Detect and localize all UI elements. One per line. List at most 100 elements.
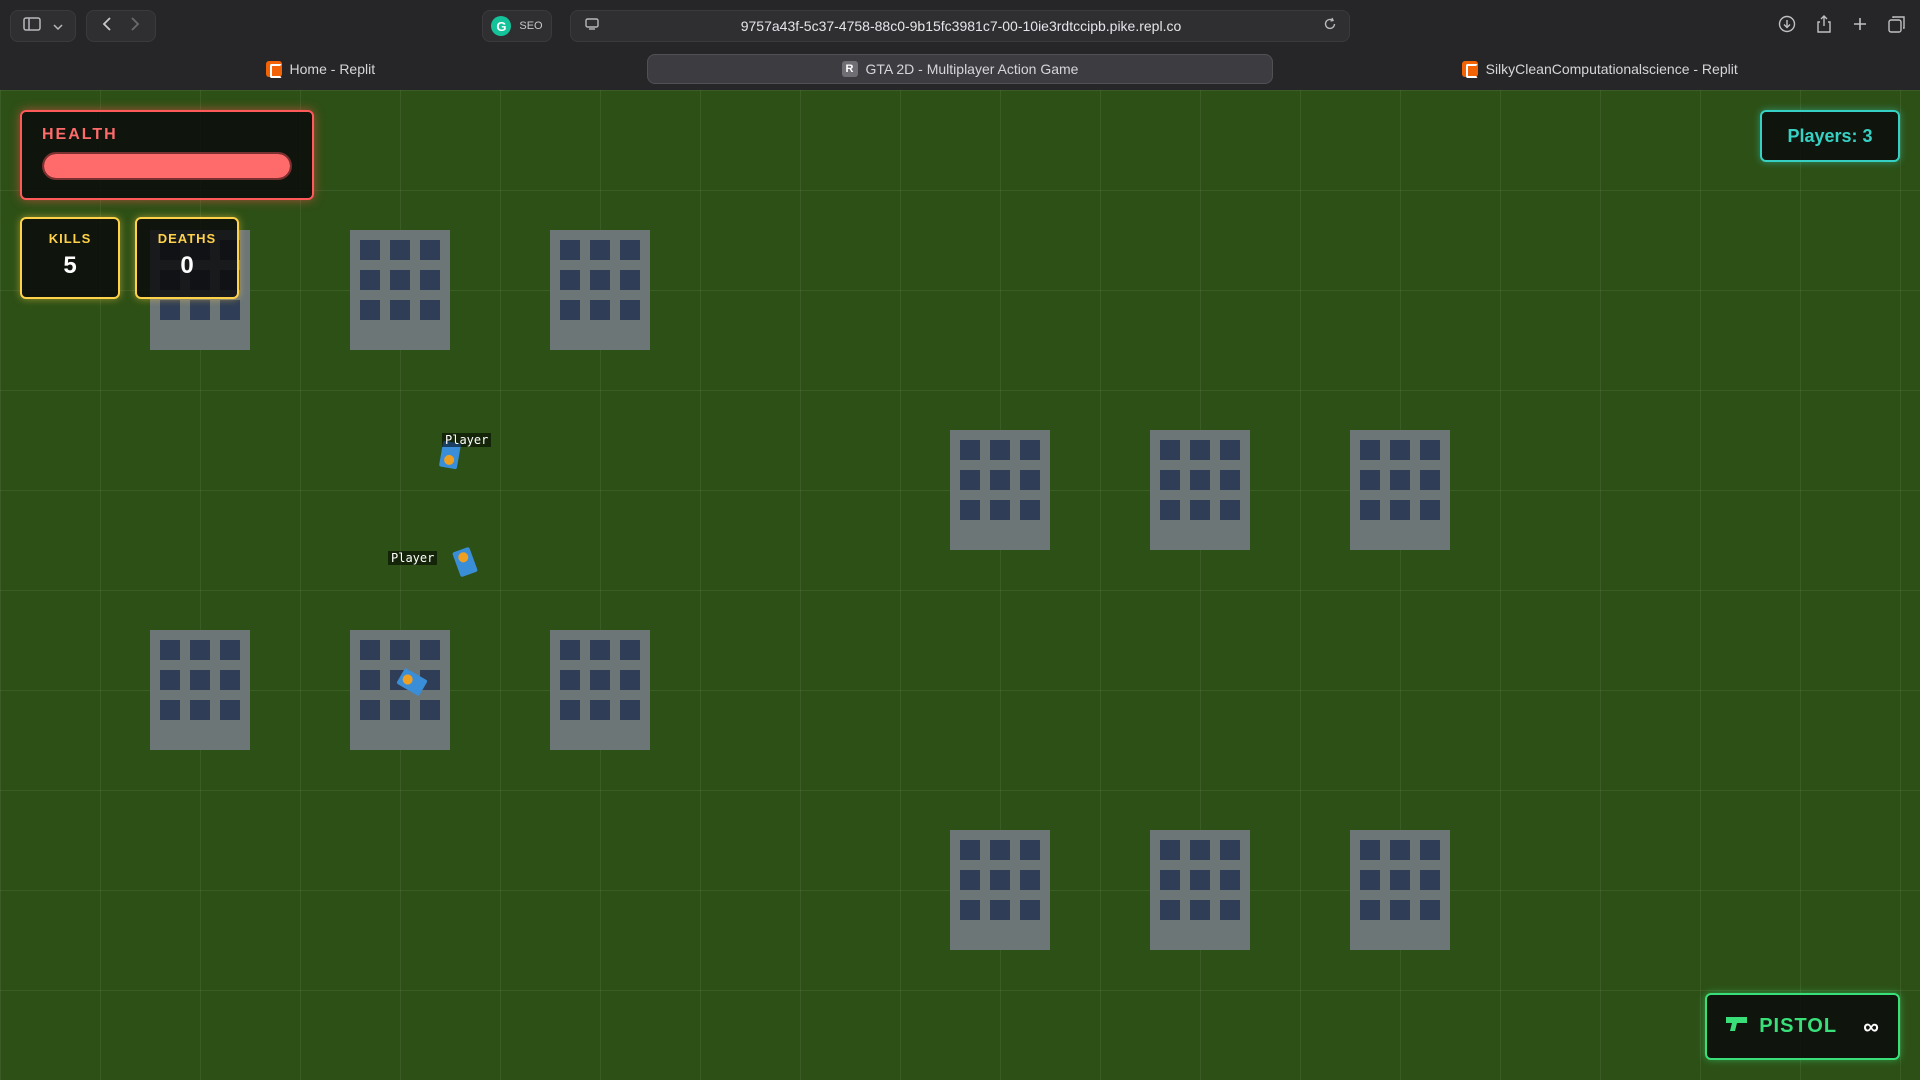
building-window (1020, 470, 1040, 490)
building-window (1360, 870, 1380, 890)
building-window (960, 900, 980, 920)
building-window (1220, 440, 1240, 460)
player-name-label: Player (388, 551, 438, 565)
seo-extension-label[interactable]: SEO (519, 20, 542, 32)
building-window (960, 470, 980, 490)
building-window (1390, 500, 1410, 520)
url-text[interactable]: 9757a43f-5c37-4758-88c0-9b15fc3981c7-00-… (599, 18, 1323, 34)
building-window (360, 240, 380, 260)
building-window (1420, 470, 1440, 490)
building (1150, 830, 1250, 950)
building-window (1220, 470, 1240, 490)
building-window (1420, 840, 1440, 860)
building-window (1420, 500, 1440, 520)
building-window (160, 300, 180, 320)
building-window (390, 240, 410, 260)
navigation-buttons (86, 10, 156, 42)
tab-bar: Home - Replit R GTA 2D - Multiplayer Act… (8, 54, 1912, 84)
game-canvas[interactable]: Player Player HEALTH KILLS 5 DEATHS 0 Pl… (0, 90, 1920, 1080)
building (1350, 830, 1450, 950)
building (150, 630, 250, 750)
building-window (1360, 500, 1380, 520)
building-window (590, 640, 610, 660)
deaths-value: 0 (180, 252, 194, 279)
building-window (990, 870, 1010, 890)
building (550, 230, 650, 350)
building-window (420, 700, 440, 720)
deaths-counter: DEATHS 0 (135, 217, 239, 299)
building (1350, 430, 1450, 550)
building-window (1420, 870, 1440, 890)
building (550, 630, 650, 750)
address-bar[interactable]: 9757a43f-5c37-4758-88c0-9b15fc3981c7-00-… (570, 10, 1350, 42)
building-window (390, 300, 410, 320)
extension-buttons[interactable]: G SEO (482, 10, 552, 42)
building (1150, 430, 1250, 550)
building-window (160, 640, 180, 660)
health-panel: HEALTH (20, 110, 314, 200)
download-icon[interactable] (1778, 15, 1796, 38)
replit-icon (265, 61, 282, 78)
building-window (1020, 900, 1040, 920)
building-window (220, 700, 240, 720)
building-window (1390, 470, 1410, 490)
building-window (1420, 440, 1440, 460)
sidebar-toggle-button[interactable] (10, 10, 76, 42)
building-window (590, 300, 610, 320)
building-window (1160, 840, 1180, 860)
building-window (960, 840, 980, 860)
building-window (160, 670, 180, 690)
forward-icon[interactable] (130, 16, 140, 36)
tab-overview-icon[interactable] (1888, 15, 1906, 38)
building-window (1420, 900, 1440, 920)
building-window (560, 240, 580, 260)
tab-label: Home - Replit (289, 61, 376, 77)
building-window (420, 270, 440, 290)
tab-home-replit[interactable]: Home - Replit (8, 54, 633, 84)
building-window (420, 240, 440, 260)
building-window (1190, 500, 1210, 520)
grammarly-icon[interactable]: G (491, 16, 512, 36)
browser-toolbar-right (1778, 10, 1906, 42)
building-window (1220, 840, 1240, 860)
building-window (1390, 870, 1410, 890)
kills-value: 5 (63, 252, 77, 279)
tab-gta-2d[interactable]: R GTA 2D - Multiplayer Action Game (646, 54, 1274, 84)
building-window (590, 700, 610, 720)
building-window (620, 670, 640, 690)
building-window (1160, 900, 1180, 920)
browser-chrome: G SEO 9757a43f-5c37-4758-88c0-9b15fc3981… (0, 0, 1920, 90)
weapon-name: PISTOL (1759, 1015, 1838, 1037)
building-window (160, 700, 180, 720)
building-window (960, 500, 980, 520)
building-window (560, 670, 580, 690)
building-window (1020, 440, 1040, 460)
building-window (1190, 900, 1210, 920)
building-window (360, 670, 380, 690)
health-bar-fill (44, 154, 290, 178)
building-window (1390, 900, 1410, 920)
tab-silky-clean[interactable]: SilkyCleanComputationalscience - Replit (1287, 54, 1912, 84)
building-window (360, 640, 380, 660)
building-window (220, 670, 240, 690)
building-window (560, 270, 580, 290)
building-window (1190, 840, 1210, 860)
share-icon[interactable] (1816, 14, 1832, 38)
building-window (1220, 900, 1240, 920)
kills-label: KILLS (48, 231, 92, 246)
pistol-icon (1725, 1015, 1749, 1039)
weapon-panel: PISTOL ∞ (1705, 993, 1900, 1060)
back-icon[interactable] (102, 16, 112, 36)
site-settings-icon[interactable] (585, 17, 599, 36)
health-label: HEALTH (42, 126, 118, 143)
building-window (390, 640, 410, 660)
building-window (190, 300, 210, 320)
building-window (620, 270, 640, 290)
building-window (990, 470, 1010, 490)
r-icon: R (841, 61, 858, 77)
building-window (1220, 500, 1240, 520)
building-window (1190, 470, 1210, 490)
new-tab-icon[interactable] (1852, 16, 1868, 37)
player-name-label: Player (442, 433, 492, 447)
reload-icon[interactable] (1323, 17, 1337, 36)
